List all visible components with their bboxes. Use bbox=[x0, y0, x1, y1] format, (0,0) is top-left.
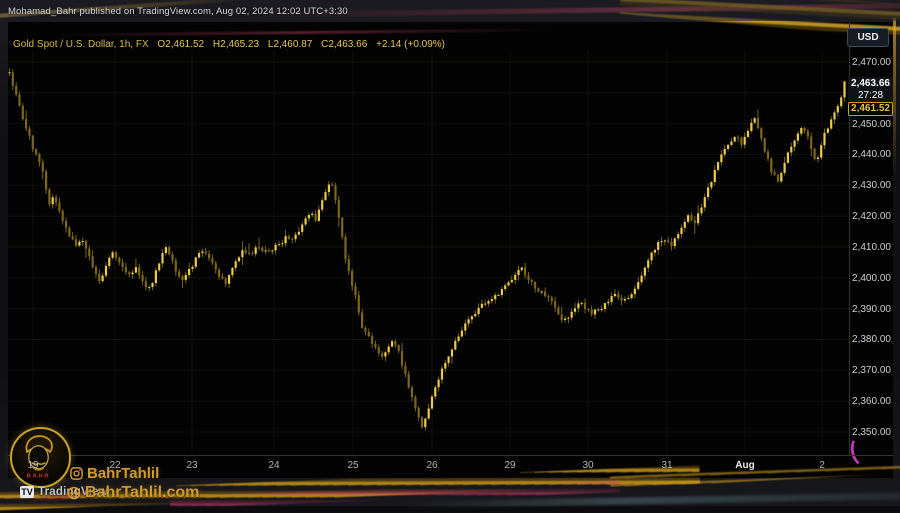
instagram-icon bbox=[70, 467, 83, 480]
current-price-value: 2,463.66 bbox=[848, 78, 893, 90]
price-tick-label: 2,350.00 bbox=[850, 427, 893, 438]
price-tick-label: 2,370.00 bbox=[850, 365, 893, 376]
decor-right-edge-gold bbox=[893, 18, 896, 178]
legend-close-value: C2,463.66 bbox=[321, 39, 367, 50]
avatar-face-art: BAHR bbox=[12, 429, 65, 482]
legend-high-value: H2,465.23 bbox=[213, 39, 259, 50]
bar-countdown: 27:28 bbox=[848, 90, 893, 102]
instagram-handle-text: BahrTahlil bbox=[87, 465, 159, 482]
time-axis-label: 2 bbox=[819, 460, 825, 471]
publisher-text: Mohamad_Bahr published on TradingView.co… bbox=[8, 6, 348, 17]
time-axis-label: 30 bbox=[582, 460, 593, 471]
currency-button[interactable]: USD bbox=[847, 28, 889, 47]
price-tick-label: 2,390.00 bbox=[850, 304, 893, 315]
website-handle[interactable]: BahrTahlil.com bbox=[67, 484, 199, 502]
time-axis-label: 31 bbox=[661, 460, 672, 471]
time-axis-label: 23 bbox=[186, 460, 197, 471]
legend-change-value: +2.14 (+0.09%) bbox=[376, 39, 445, 50]
time-axis-label: 26 bbox=[426, 460, 437, 471]
price-tick-label: 2,410.00 bbox=[850, 242, 893, 253]
time-axis-label: 29 bbox=[504, 460, 515, 471]
chart-panel[interactable] bbox=[8, 22, 893, 478]
decor-bottom-teal-curve bbox=[400, 493, 900, 509]
legend-low-value: L2,460.87 bbox=[268, 39, 313, 50]
open-price-label: 2,461.52 bbox=[848, 102, 893, 116]
legend-open-value: O2,461.52 bbox=[157, 39, 204, 50]
avatar-name: BAHR bbox=[27, 474, 51, 480]
time-axis-separator bbox=[8, 455, 893, 456]
symbol-legend[interactable]: Gold Spot / U.S. Dollar, 1h, FX O2,461.5… bbox=[13, 39, 451, 50]
decor-bottom-pink-band bbox=[170, 481, 620, 508]
price-tick-label: 2,420.00 bbox=[850, 211, 893, 222]
price-tick-label: 2,430.00 bbox=[850, 180, 893, 191]
price-tick-label: 2,440.00 bbox=[850, 149, 893, 160]
price-tick-label: 2,360.00 bbox=[850, 396, 893, 407]
tradingview-logo-icon: TV bbox=[20, 486, 34, 498]
current-price-label: 2,463.66 27:28 bbox=[848, 77, 893, 103]
price-tick-label: 2,380.00 bbox=[850, 334, 893, 345]
price-tick-label: 2,470.00 bbox=[850, 57, 893, 68]
website-handle-text: BahrTahlil.com bbox=[85, 484, 199, 502]
price-tick-label: 2,400.00 bbox=[850, 273, 893, 284]
time-axis-label: 19 bbox=[27, 460, 38, 471]
price-tick-label: 2,450.00 bbox=[850, 119, 893, 130]
time-axis-label: Aug bbox=[735, 460, 754, 471]
time-axis-label: 25 bbox=[347, 460, 358, 471]
symbol-title[interactable]: Gold Spot / U.S. Dollar, 1h, FX bbox=[13, 39, 149, 50]
instagram-handle[interactable]: BahrTahlil bbox=[70, 465, 159, 482]
avatar: BAHR bbox=[10, 427, 71, 488]
globe-icon bbox=[67, 486, 81, 500]
time-axis-label: 24 bbox=[268, 460, 279, 471]
